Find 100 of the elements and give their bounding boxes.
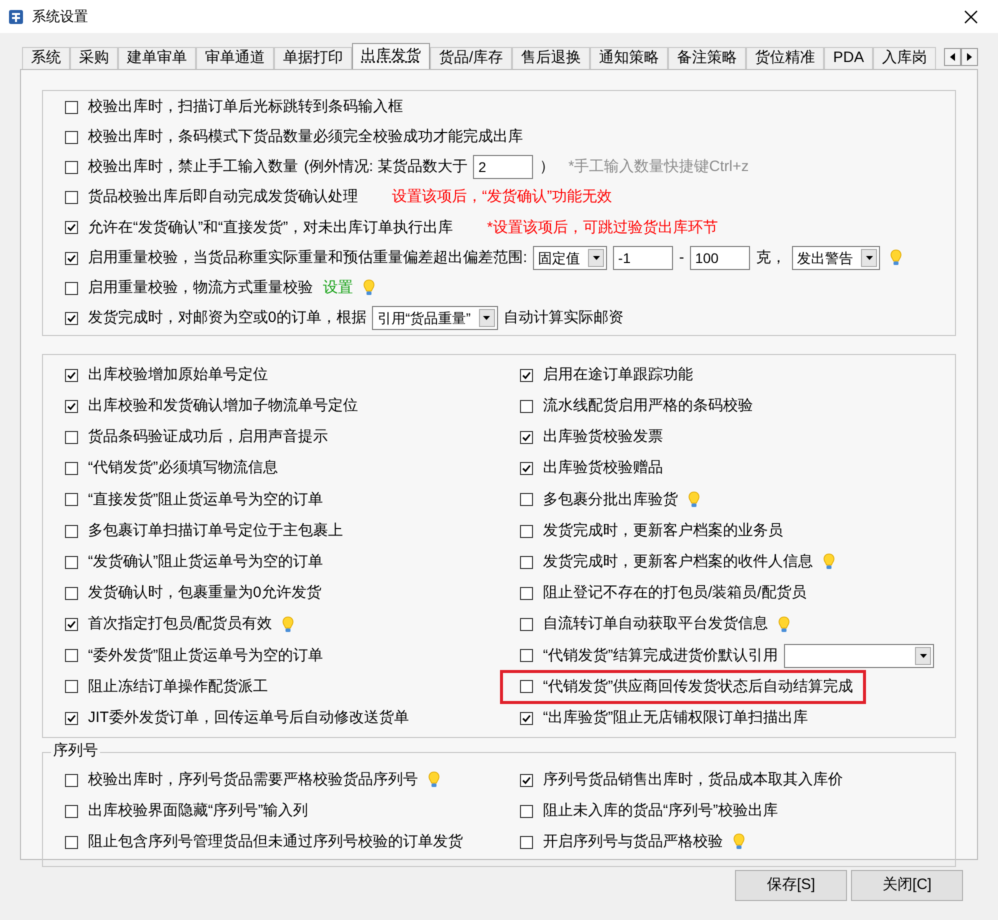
checkbox[interactable] bbox=[520, 400, 533, 413]
option-label: 允许在“发货确认”和“直接发货”，对未出库订单执行出库 bbox=[88, 218, 453, 238]
checkbox[interactable] bbox=[520, 836, 533, 849]
checkbox[interactable] bbox=[65, 368, 78, 382]
checkbox[interactable] bbox=[520, 649, 533, 662]
checkbox[interactable] bbox=[65, 191, 78, 204]
tab-scroll-left[interactable] bbox=[944, 48, 961, 66]
checkbox[interactable] bbox=[520, 774, 533, 787]
dialog-button[interactable]: 保存[S] bbox=[735, 870, 847, 901]
checkbox[interactable] bbox=[65, 586, 78, 600]
checkbox[interactable] bbox=[65, 774, 78, 787]
option-label: 自动计算实际邮资 bbox=[504, 308, 624, 328]
checkbox[interactable] bbox=[520, 462, 533, 476]
checkbox[interactable] bbox=[65, 130, 78, 144]
checkbox[interactable] bbox=[65, 649, 78, 662]
option-label: 出库校验界面隐藏“序列号”输入列 bbox=[88, 801, 308, 821]
lightbulb-icon bbox=[890, 249, 902, 268]
tab[interactable]: 入库岗 bbox=[873, 47, 936, 69]
caret-icon bbox=[866, 256, 873, 260]
checkbox[interactable] bbox=[65, 524, 78, 538]
caret-icon bbox=[483, 316, 490, 320]
option-label: “代销发货”结算完成进货价默认引用 bbox=[543, 646, 778, 666]
tab[interactable]: 备注策略 bbox=[668, 47, 746, 69]
dropdown[interactable]: 固定值 bbox=[533, 246, 608, 270]
tab-scroll-right[interactable] bbox=[961, 48, 978, 66]
checkbox[interactable] bbox=[65, 160, 78, 174]
tab[interactable]: 建单审单 bbox=[118, 47, 196, 69]
warning-note: 设置该项后，“发货确认”功能无效 bbox=[392, 187, 612, 208]
lightbulb-icon bbox=[428, 771, 440, 790]
lightbulb-icon bbox=[282, 616, 294, 634]
checkbox[interactable] bbox=[65, 836, 78, 849]
option-label: - bbox=[679, 248, 684, 268]
tab[interactable]: 货位精准 bbox=[746, 47, 824, 69]
option-label: 出库验货校验赠品 bbox=[543, 458, 663, 478]
option-label: 启用重量校验，当货品称重实际重量和预估重量偏差超出偏差范围: bbox=[88, 248, 528, 268]
tab[interactable]: 单据打印 bbox=[274, 47, 352, 69]
checkbox[interactable] bbox=[65, 430, 78, 444]
checkbox[interactable] bbox=[65, 252, 78, 265]
tab[interactable]: 审单通道 bbox=[196, 47, 274, 69]
checkbox[interactable] bbox=[520, 680, 533, 694]
option-label: “发货确认”阻止货运单号为空的订单 bbox=[88, 552, 323, 572]
dropdown[interactable] bbox=[784, 644, 934, 668]
checkbox[interactable] bbox=[65, 712, 78, 725]
number-field[interactable]: 2 bbox=[473, 155, 534, 180]
checkbox[interactable] bbox=[65, 312, 78, 325]
option-label: 启用重量校验，物流方式重量校验 bbox=[88, 278, 313, 298]
option-label: “委外发货”阻止货运单号为空的订单 bbox=[88, 646, 323, 666]
checkbox[interactable] bbox=[520, 556, 533, 569]
checkbox[interactable] bbox=[520, 712, 533, 725]
checkbox[interactable] bbox=[65, 804, 78, 818]
option-label: 出库校验和发货确认增加子物流单号定位 bbox=[88, 396, 358, 416]
checkbox[interactable] bbox=[520, 430, 533, 444]
checkbox[interactable] bbox=[65, 680, 78, 694]
dialog-button[interactable]: 关闭[C] bbox=[851, 870, 963, 901]
checkbox[interactable] bbox=[65, 556, 78, 569]
hint-text: *手工输入数量快捷键Ctrl+z bbox=[568, 157, 749, 178]
tab[interactable]: 通知策略 bbox=[590, 47, 668, 69]
checkbox[interactable] bbox=[65, 400, 78, 413]
option-label: 阻止冻结订单操作配货派工 bbox=[88, 676, 268, 697]
close-icon[interactable] bbox=[964, 10, 978, 24]
number-field[interactable]: -1 bbox=[613, 246, 674, 270]
tab[interactable]: 采购 bbox=[70, 47, 118, 69]
number-field[interactable]: 100 bbox=[690, 246, 750, 270]
checkbox[interactable] bbox=[520, 586, 533, 600]
tab[interactable]: 售后退换 bbox=[512, 47, 590, 69]
tab[interactable]: PDA bbox=[824, 47, 874, 69]
right-arrow-icon bbox=[967, 53, 972, 61]
option-label: “代销发货”供应商回传发货状态后自动结算完成 bbox=[543, 676, 853, 697]
option-label: 校验出库时，序列号货品需要严格校验货品序列号 bbox=[88, 770, 418, 790]
checkbox[interactable] bbox=[65, 618, 78, 632]
checkbox[interactable] bbox=[520, 804, 533, 818]
checkbox[interactable] bbox=[65, 221, 78, 234]
app-icon bbox=[8, 8, 24, 24]
dropdown[interactable]: 引用“货品重量” bbox=[372, 306, 498, 330]
group-title: 序列号 bbox=[51, 742, 100, 760]
dropdown[interactable]: 发出警告 bbox=[792, 246, 880, 270]
checkbox[interactable] bbox=[65, 282, 78, 295]
tab[interactable]: 系统 bbox=[22, 47, 70, 69]
option-label: ） bbox=[539, 157, 554, 178]
checkbox[interactable] bbox=[520, 618, 533, 632]
checkbox[interactable] bbox=[520, 493, 533, 506]
tab[interactable]: 出库发货 bbox=[352, 43, 430, 69]
option-label: 序列号货品销售出库时，货品成本取其入库价 bbox=[543, 770, 843, 790]
checkbox[interactable] bbox=[65, 100, 78, 114]
lightbulb-icon bbox=[823, 553, 835, 572]
checkbox[interactable] bbox=[520, 368, 533, 382]
option-label: 校验出库时，禁止手工输入数量 bbox=[88, 157, 298, 178]
lightbulb-icon bbox=[363, 279, 375, 298]
warning-note: *设置该项后，可跳过验货出库环节 bbox=[486, 218, 718, 238]
tab[interactable]: 货品/库存 bbox=[430, 47, 512, 69]
option-label: 克， bbox=[756, 248, 786, 268]
lightbulb-icon bbox=[733, 833, 745, 852]
window-title: 系统设置 bbox=[32, 7, 88, 26]
checkbox[interactable] bbox=[520, 524, 533, 538]
lightbulb-icon bbox=[688, 490, 700, 509]
option-label: 发货确认时，包裹重量为0允许发货 bbox=[88, 583, 322, 604]
option-label: 出库验货校验发票 bbox=[543, 427, 663, 448]
checkbox[interactable] bbox=[65, 462, 78, 476]
option-label: “直接发货”阻止货运单号为空的订单 bbox=[88, 490, 323, 510]
checkbox[interactable] bbox=[65, 493, 78, 506]
